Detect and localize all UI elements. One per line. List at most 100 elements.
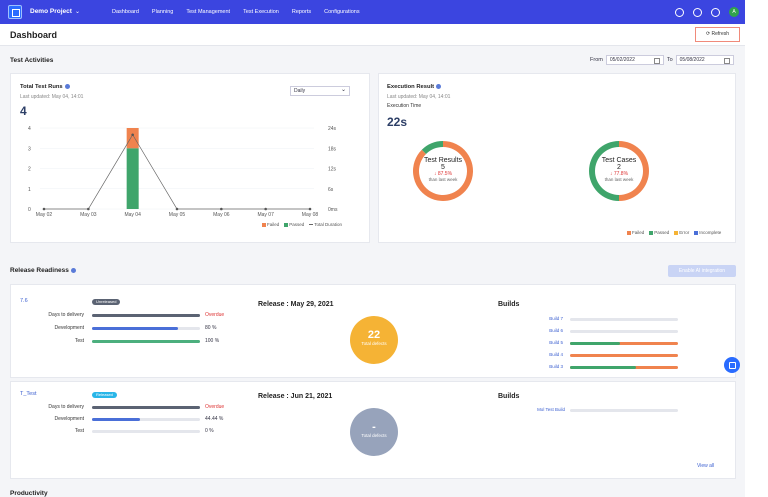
- metric-value: 44.44 %: [205, 416, 224, 422]
- bell-icon[interactable]: [675, 7, 684, 17]
- info-icon[interactable]: [436, 84, 442, 89]
- refresh-button[interactable]: ⟳ Refresh: [695, 27, 740, 42]
- build-bar: [570, 409, 678, 412]
- execution-time-label: Execution Time: [387, 103, 422, 109]
- gear-icon[interactable]: [711, 7, 720, 17]
- legend-failed: Failed: [262, 222, 279, 227]
- execution-legend: Failed Passed Error Incomplete: [627, 230, 721, 235]
- build-bar: [570, 330, 678, 333]
- metric-label: Development: [54, 416, 84, 422]
- x-tick-label: May 07: [257, 212, 274, 218]
- y-tick-label: 4: [28, 126, 31, 132]
- metric-bar-track: [92, 430, 200, 433]
- legend-duration: Total Duration: [309, 222, 342, 227]
- build-bar: [570, 318, 678, 321]
- nav-test-execution[interactable]: Test Execution: [243, 9, 279, 15]
- nav-icon-group: A: [675, 7, 739, 17]
- to-label: To: [666, 57, 673, 63]
- refresh-label: Refresh: [711, 31, 730, 37]
- metric-value: 100 %: [205, 338, 220, 344]
- runs-legend: Failed Passed Total Duration: [262, 222, 342, 227]
- page-header: Dashboard ⟳ Refresh: [0, 24, 745, 46]
- duration-point: [131, 133, 134, 137]
- metric-value: Overdue: [205, 404, 225, 410]
- help-icon[interactable]: [693, 7, 702, 17]
- scrollbar[interactable]: [745, 0, 768, 497]
- chat-icon[interactable]: [724, 357, 740, 373]
- nav-test-management[interactable]: Test Management: [186, 9, 230, 15]
- x-tick-label: May 08: [302, 212, 319, 218]
- nav-dashboard[interactable]: Dashboard: [112, 9, 139, 15]
- duration-line: [44, 134, 310, 210]
- y2-tick-label: 12s: [328, 167, 337, 173]
- total-runs-title: Total Test Runs: [20, 84, 70, 90]
- page-title: Dashboard: [10, 30, 58, 40]
- release-date: Release : Jun 21, 2021: [258, 393, 333, 400]
- build-bar: [570, 354, 678, 357]
- from-date-input[interactable]: 05/02/2022: [605, 55, 664, 65]
- x-tick-label: May 03: [80, 212, 97, 218]
- build-label[interactable]: Build 5: [523, 340, 563, 345]
- total-runs-updated: Last updated: May 04, 14:01: [20, 94, 84, 100]
- total-defects-circle[interactable]: 22 Total defects: [350, 316, 398, 364]
- main-nav: Dashboard Planning Test Management Test …: [112, 9, 360, 15]
- metric-label: Test: [74, 428, 84, 434]
- project-selector[interactable]: Demo Project: [30, 8, 72, 15]
- defects-label: Total defects: [361, 433, 387, 438]
- build-bar-passed: [570, 342, 620, 345]
- metric-value: Overdue: [205, 312, 225, 318]
- legend-passed: Passed: [284, 222, 304, 227]
- metric-bar-fill: [92, 340, 200, 343]
- duration-point: [87, 207, 90, 211]
- chevron-down-icon[interactable]: ⌄: [75, 8, 80, 15]
- interval-select[interactable]: Daily: [290, 86, 350, 96]
- x-tick-label: May 02: [36, 212, 53, 218]
- total-defects-circle[interactable]: - Total defects: [350, 408, 398, 456]
- avatar[interactable]: A: [729, 7, 739, 17]
- date-range: From 05/02/2022 To 05/08/2022: [590, 55, 734, 65]
- view-all-link[interactable]: View all: [697, 463, 714, 469]
- nav-reports[interactable]: Reports: [292, 9, 311, 15]
- builds-title: Builds: [498, 393, 520, 400]
- build-label[interactable]: Build 3: [523, 364, 563, 369]
- y-tick-label: 3: [28, 146, 31, 152]
- bar-passed: [126, 148, 139, 209]
- release-name[interactable]: 7.6: [20, 298, 28, 304]
- duration-point: [308, 207, 312, 211]
- metric-bar-fill: [92, 406, 200, 409]
- build-label[interactable]: Build 7: [523, 316, 563, 321]
- test-cases-summary: Test Cases 2 ↓ 77.8% than last week: [601, 157, 637, 182]
- metric-bar-fill: [92, 418, 140, 421]
- build-label[interactable]: Mol Test Build: [523, 407, 565, 412]
- metric-label: Days to delivery: [48, 404, 84, 410]
- duration-point: [42, 207, 46, 211]
- nav-planning[interactable]: Planning: [152, 9, 173, 15]
- build-label[interactable]: Build 6: [523, 328, 563, 333]
- y2-tick-label: 24s: [328, 126, 337, 132]
- build-label[interactable]: Build 4: [523, 352, 563, 357]
- legend-incomplete: Incomplete: [694, 230, 721, 235]
- build-bar-passed: [570, 366, 636, 369]
- metric-bar-fill: [92, 314, 200, 317]
- metric-value: 80 %: [205, 325, 217, 331]
- test-results-summary: Test Results 5 ↓ 87.5% than last week: [423, 157, 463, 182]
- enable-ai-button[interactable]: Enable AI integration: [668, 265, 736, 277]
- info-icon[interactable]: [70, 267, 76, 273]
- release-name[interactable]: T_Test: [20, 391, 37, 397]
- x-tick-label: May 06: [213, 212, 230, 218]
- slice-passed: [421, 141, 443, 155]
- legend-passed: Passed: [649, 230, 669, 235]
- execution-time-value: 22s: [387, 115, 408, 129]
- total-runs-chart: 0 0ms 1 6s 2 12s 3 18s 4 24s May 02 May 03 May 04 May…: [28, 126, 338, 218]
- metric-label: Test: [74, 338, 84, 344]
- nav-configurations[interactable]: Configurations: [324, 9, 359, 15]
- to-date-input[interactable]: 05/08/2022: [675, 55, 734, 65]
- info-icon[interactable]: [64, 84, 70, 89]
- app-logo-icon[interactable]: [8, 5, 22, 19]
- test-activities-title: Test Activities: [10, 57, 54, 64]
- y-tick-label: 0: [28, 207, 31, 213]
- duration-point: [220, 207, 223, 211]
- duration-point: [175, 207, 179, 211]
- defects-count: 22: [367, 329, 381, 341]
- legend-error: Error: [674, 230, 689, 235]
